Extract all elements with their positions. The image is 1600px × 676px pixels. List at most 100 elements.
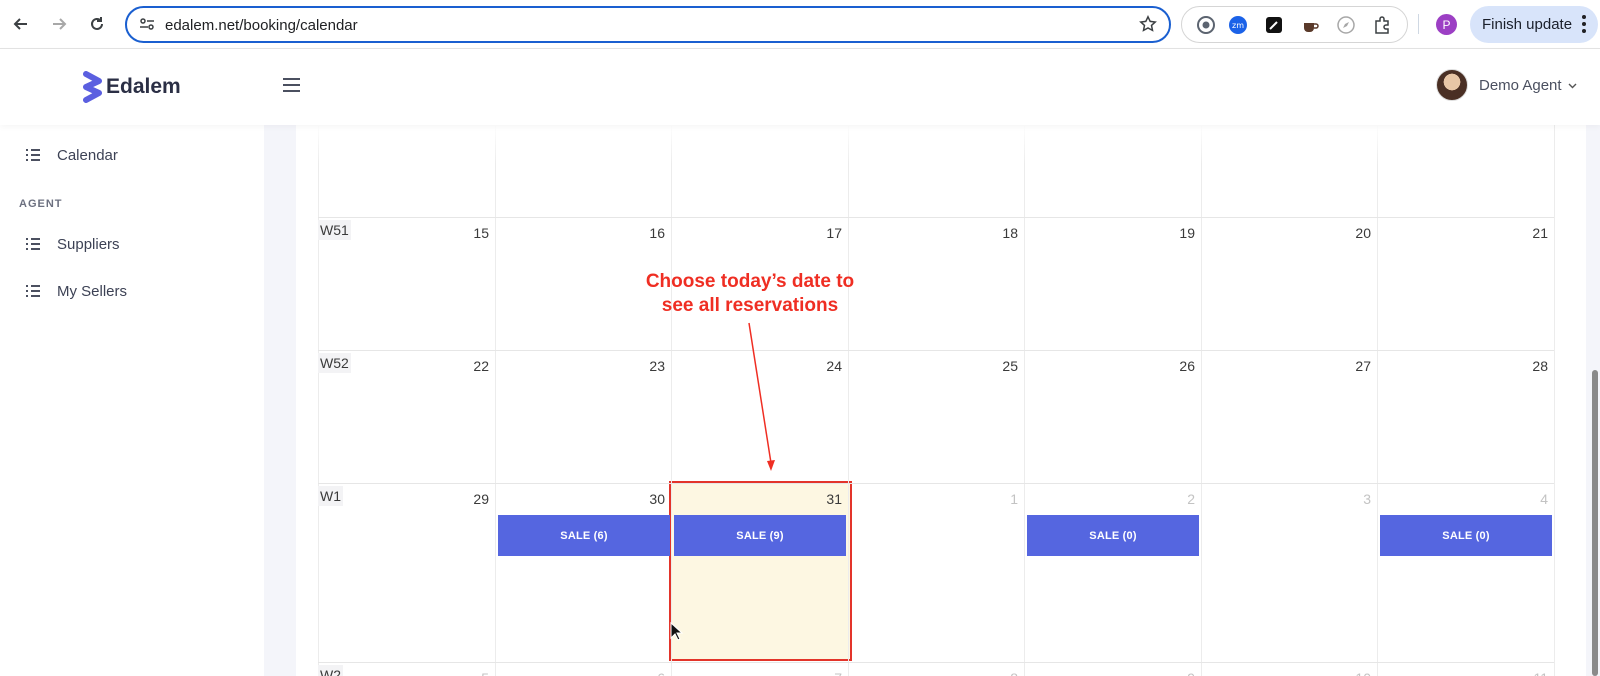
day-number[interactable]: 4 <box>1508 491 1548 507</box>
user-menu[interactable]: Demo Agent <box>1436 69 1577 101</box>
week-label: W1 <box>318 486 343 506</box>
sidebar-item-label: Calendar <box>57 147 118 164</box>
sidebar-item-suppliers[interactable]: Suppliers <box>26 236 120 253</box>
tutorial-annotation: Choose today’s date to see all reservati… <box>630 270 870 318</box>
grid-column-line <box>1554 125 1555 676</box>
day-number[interactable]: 15 <box>449 225 489 241</box>
day-number[interactable]: 30 <box>625 491 665 507</box>
grid-row-line <box>318 483 1554 484</box>
sale-event[interactable]: SALE (6) <box>498 515 670 556</box>
site-settings-icon[interactable] <box>139 16 155 37</box>
day-number[interactable]: 5 <box>449 670 489 676</box>
day-number[interactable]: 25 <box>978 358 1018 374</box>
puzzle-extensions-icon[interactable] <box>1372 15 1392 35</box>
day-number[interactable]: 20 <box>1331 225 1371 241</box>
sidebar-section-title: AGENT <box>19 198 63 210</box>
sidebar-item-label: My Sellers <box>57 283 128 300</box>
day-number[interactable]: 26 <box>1155 358 1195 374</box>
browser-toolbar: edalem.net/booking/calendar zm P Finish … <box>0 0 1600 49</box>
day-number[interactable]: 27 <box>1331 358 1371 374</box>
week-label: W52 <box>318 353 351 373</box>
day-number[interactable]: 9 <box>1155 670 1195 676</box>
week-label: W2 <box>318 665 343 676</box>
day-number[interactable]: 3 <box>1331 491 1371 507</box>
list-icon <box>26 237 41 252</box>
privacy-extension-icon[interactable] <box>1196 15 1216 35</box>
day-number[interactable]: 11 <box>1508 670 1548 676</box>
svg-text:zm: zm <box>1232 21 1244 30</box>
grid-row-line <box>318 662 1554 663</box>
user-avatar <box>1436 69 1468 101</box>
zoom-extension-icon[interactable]: zm <box>1228 15 1248 35</box>
sale-event[interactable]: SALE (0) <box>1027 515 1199 556</box>
grid-column-line <box>848 125 849 676</box>
grid-row-line <box>318 217 1554 218</box>
day-number[interactable]: 29 <box>449 491 489 507</box>
user-name: Demo Agent <box>1479 76 1562 94</box>
menu-toggle-icon[interactable] <box>283 78 300 96</box>
sale-event[interactable]: SALE (9) <box>674 515 846 556</box>
app-header: Edalem Demo Agent <box>0 49 1600 125</box>
grid-column-line <box>1377 125 1378 676</box>
finish-update-button[interactable]: Finish update <box>1470 6 1598 43</box>
chevron-down-icon <box>1568 76 1577 94</box>
back-arrow-icon <box>13 18 27 30</box>
day-number[interactable]: 10 <box>1331 670 1371 676</box>
list-icon <box>26 284 41 299</box>
compass-extension-icon[interactable] <box>1336 15 1356 35</box>
day-number[interactable]: 19 <box>1155 225 1195 241</box>
day-number[interactable]: 18 <box>978 225 1018 241</box>
reload-button[interactable] <box>83 10 111 38</box>
sidebar-item-label: Suppliers <box>57 236 120 253</box>
reload-icon <box>91 17 103 30</box>
day-number[interactable]: 17 <box>802 225 842 241</box>
grid-row-line <box>318 350 1554 351</box>
forward-button[interactable] <box>45 10 73 38</box>
calendar-card <box>296 125 1586 676</box>
page-scrollbar[interactable] <box>1592 370 1598 676</box>
grid-column-line <box>1024 125 1025 676</box>
day-number[interactable]: 22 <box>449 358 489 374</box>
address-bar[interactable]: edalem.net/booking/calendar <box>125 6 1171 43</box>
url-text: edalem.net/booking/calendar <box>165 17 358 34</box>
annotation-line-1: Choose today’s date to <box>645 271 855 292</box>
sidebar-item-calendar[interactable]: Calendar <box>26 147 118 164</box>
day-number[interactable]: 1 <box>978 491 1018 507</box>
grid-column-line <box>495 125 496 676</box>
day-number[interactable]: 21 <box>1508 225 1548 241</box>
day-number[interactable]: 7 <box>802 670 842 676</box>
day-number[interactable]: 24 <box>802 358 842 374</box>
toolbar-divider <box>1418 14 1419 34</box>
day-number[interactable]: 23 <box>625 358 665 374</box>
day-number[interactable]: 8 <box>978 670 1018 676</box>
sidebar-item-my-sellers[interactable]: My Sellers <box>26 283 127 300</box>
annotation-line-2: see all reservations <box>661 295 839 316</box>
selected-day-highlight[interactable] <box>669 481 852 661</box>
finish-update-label: Finish update <box>1482 16 1573 33</box>
day-number[interactable]: 16 <box>625 225 665 241</box>
extensions-group: zm <box>1181 6 1408 43</box>
day-number[interactable]: 2 <box>1155 491 1195 507</box>
bookmark-star-icon[interactable] <box>1139 15 1157 38</box>
back-button[interactable] <box>7 10 35 38</box>
mouse-cursor-icon <box>670 622 684 641</box>
coffee-extension-icon[interactable] <box>1300 15 1320 35</box>
week-label: W51 <box>318 220 351 240</box>
day-number[interactable]: 31 <box>802 491 842 507</box>
scroll-fade <box>318 125 1554 165</box>
pen-extension-icon[interactable] <box>1264 15 1284 35</box>
sidebar: Calendar AGENT Suppliers My Sellers <box>0 125 264 676</box>
forward-arrow-icon <box>53 18 67 30</box>
brand-logo[interactable]: Edalem <box>80 71 181 103</box>
day-number[interactable]: 28 <box>1508 358 1548 374</box>
brand-name: Edalem <box>106 75 181 98</box>
sale-event[interactable]: SALE (0) <box>1380 515 1552 556</box>
list-icon <box>26 148 41 163</box>
day-number[interactable]: 6 <box>625 670 665 676</box>
grid-column-line <box>318 125 319 676</box>
edalem-logo-icon <box>83 71 102 103</box>
profile-avatar[interactable]: P <box>1436 14 1457 35</box>
grid-column-line <box>1201 125 1202 676</box>
more-menu-icon[interactable] <box>1582 15 1586 36</box>
grid-column-line <box>671 125 672 676</box>
